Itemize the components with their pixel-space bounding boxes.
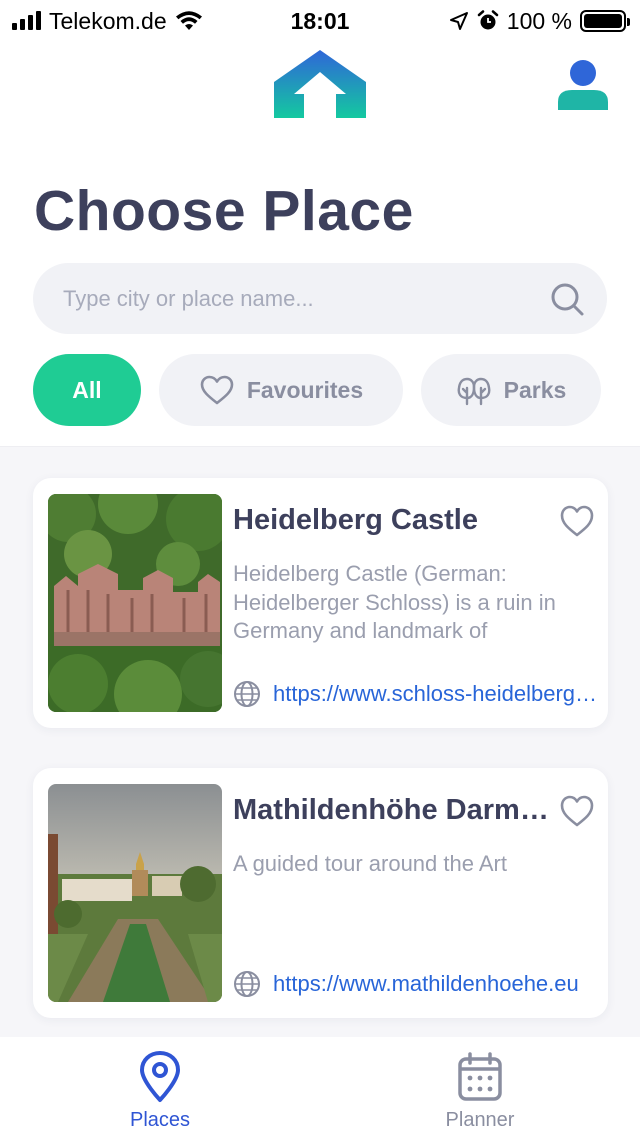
filter-all-label: All (72, 376, 102, 403)
calendar-icon (458, 1052, 502, 1101)
user-profile-icon[interactable] (556, 58, 610, 110)
map-pin-icon (140, 1051, 180, 1102)
tab-places[interactable]: Places (80, 1051, 240, 1132)
status-right: 100 % (449, 7, 630, 35)
place-url[interactable]: https://www.mathildenhoehe.eu (273, 971, 579, 997)
carrier-name: Telekom.de (49, 7, 167, 34)
filter-all-chip[interactable]: All (33, 354, 141, 426)
tab-planner[interactable]: Planner (400, 1051, 560, 1132)
filter-favourites-label: Favourites (246, 376, 364, 403)
place-thumbnail-mathildenhoehe (48, 784, 222, 1002)
alarm-icon (477, 10, 499, 30)
battery-icon (580, 10, 630, 32)
globe-icon (234, 971, 260, 997)
search-input[interactable] (63, 285, 549, 312)
place-thumbnail-heidelberg-castle (48, 494, 222, 712)
place-description: A guided tour around the Art (233, 851, 507, 876)
tab-places-label: Places (129, 1109, 191, 1131)
place-description: Heidelberg Castle (German: Heidelberger … (233, 561, 556, 643)
place-title: Heidelberg Castle (233, 504, 478, 536)
status-bar: Telekom.de 18:01 100 % (0, 0, 640, 42)
tab-bar: Places Planner (0, 1037, 640, 1136)
place-website-link[interactable]: https://www.schloss-heidelberg.de (233, 680, 603, 708)
battery-percent: 100 % (506, 7, 572, 34)
globe-icon (234, 681, 260, 707)
status-left: Telekom.de (12, 8, 252, 35)
place-card[interactable]: Mathildenhöhe Darmstadt A guided tour ar… (33, 768, 608, 1018)
filter-parks-label: Parks (503, 376, 567, 403)
place-card[interactable]: Heidelberg Castle Heidelberg Castle (Ger… (33, 478, 608, 728)
search-bar[interactable] (33, 263, 607, 334)
heart-icon[interactable] (559, 504, 595, 538)
wifi-icon (175, 11, 202, 30)
place-website-link[interactable]: https://www.mathildenhoehe.eu (233, 970, 603, 998)
trees-icon (457, 377, 491, 406)
app-logo-icon (274, 50, 366, 118)
place-title: Mathildenhöhe Darmstadt (233, 794, 551, 826)
place-url[interactable]: https://www.schloss-heidelberg.de (273, 681, 603, 707)
heart-icon[interactable] (559, 794, 595, 828)
tab-planner-label: Planner (445, 1109, 515, 1131)
signal-icon (12, 11, 41, 30)
location-arrow-icon (449, 12, 468, 30)
filter-favourites-chip[interactable]: Favourites (159, 354, 403, 426)
filter-parks-chip[interactable]: Parks (421, 354, 601, 426)
search-icon[interactable] (549, 281, 585, 317)
page-title: Choose Place (34, 179, 414, 243)
heart-icon (200, 375, 234, 405)
